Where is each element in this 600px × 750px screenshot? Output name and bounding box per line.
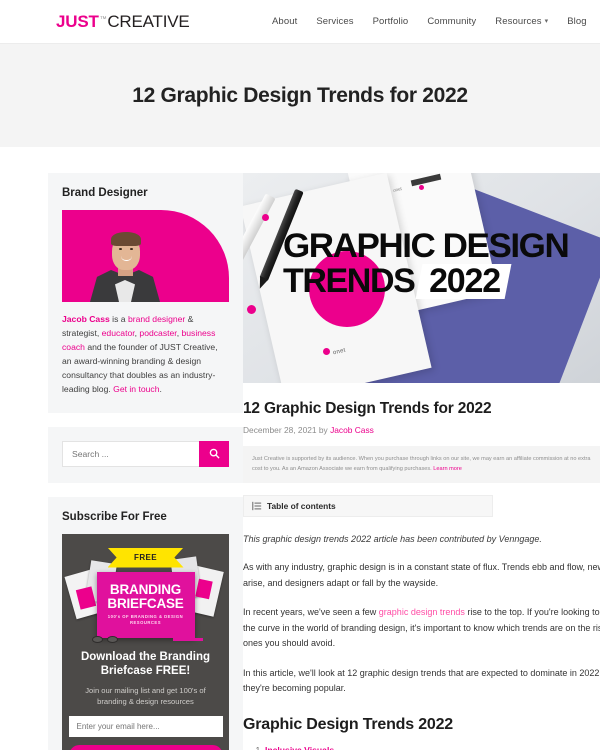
widget-title-brand-designer: Brand Designer <box>62 187 148 199</box>
nav-label: Blog <box>567 16 587 27</box>
article-paragraph-3-line3: ones you should avoid. <box>243 636 600 651</box>
join-newsletter-button[interactable]: JOIN NEWSLETTER <box>68 744 223 750</box>
widget-search <box>48 426 243 483</box>
nav-label: Community <box>427 16 477 27</box>
author-bio: Jacob Cass is a brand designer & strateg… <box>62 313 229 397</box>
logo-text-creative: CREATIVE <box>107 11 190 31</box>
glasses-icon <box>92 635 118 644</box>
newsletter-card: FREE BRANDING BRIEFCASE 100's OF BRANDIN… <box>62 533 229 750</box>
bio-text: is a <box>109 314 128 324</box>
nav-item-services[interactable]: Services <box>316 16 353 27</box>
nav-item-portfolio[interactable]: Portfolio <box>373 16 409 27</box>
widget-title-subscribe: Subscribe For Free <box>62 510 167 523</box>
bio-link-get-in-touch[interactable]: Get in touch <box>113 384 159 394</box>
article-author-link[interactable]: Jacob Cass <box>330 425 374 435</box>
nav-item-resources[interactable]: Resources ▾ <box>495 16 548 27</box>
hero-year-highlight: 2022 <box>415 262 512 301</box>
disclosure-learn-more-link[interactable]: Learn more <box>433 466 462 472</box>
hero-line-1: GRAPHIC DESIGN <box>283 227 570 265</box>
list-item: Inclusive Visuals <box>265 743 600 750</box>
paragraph-line: they're becoming popular. <box>243 683 346 693</box>
bio-link-podcaster[interactable]: podcaster <box>139 328 176 338</box>
article-paragraph-4: In this article, we'll look at 12 graphi… <box>243 666 600 681</box>
meta-by-label: by <box>318 425 328 435</box>
nav-item-community[interactable]: Community <box>427 16 476 27</box>
newsletter-artwork: FREE BRANDING BRIEFCASE 100's OF BRANDIN… <box>62 533 229 646</box>
main-navigation: About Services Portfolio Community Resou… <box>272 16 600 27</box>
free-badge: FREE <box>107 547 184 568</box>
newsletter-heading: Download the Branding Briefcase FREE! <box>80 650 211 678</box>
free-badge-label: FREE <box>134 553 157 563</box>
page-title: 12 Graphic Design Trends for 2022 <box>132 83 468 107</box>
logo-text-just: JUST <box>56 11 99 31</box>
graphic-design-trends-link[interactable]: graphic design trends <box>379 607 465 617</box>
search-row <box>62 440 229 467</box>
briefcase-subtitle: 100's OF BRANDING & DESIGN RESOURCES <box>107 613 184 625</box>
disclosure-text: Just Creative is supported by its audien… <box>252 456 591 473</box>
bio-text: . <box>159 383 162 394</box>
widget-brand-designer: Brand Designer Jacob Cass is a brand des… <box>48 173 243 413</box>
site-header: JUST ™ CREATIVE About Services Portfolio… <box>0 0 600 44</box>
trademark-icon: ™ <box>99 15 107 23</box>
article-paragraph-3: In recent years, we've seen a few graphi… <box>243 605 600 620</box>
page-title-band: 12 Graphic Design Trends for 2022 <box>0 44 600 147</box>
hero-text-block: GRAPHIC DESIGN TRENDS 2022 <box>283 227 600 301</box>
table-of-contents-label: Table of contents <box>267 500 336 511</box>
paragraph-line: In recent years, we've seen a few <box>243 607 379 618</box>
author-photo <box>62 210 229 302</box>
author-name-link[interactable]: Jacob Cass <box>62 314 110 324</box>
article-paragraph-4-line2: they're becoming popular. <box>243 681 600 696</box>
bio-link-educator[interactable]: educator <box>102 328 135 338</box>
table-of-contents-bar[interactable]: Table of contents <box>243 494 493 517</box>
bio-link-brand-designer[interactable]: brand designer <box>128 314 185 324</box>
sidebar: Brand Designer Jacob Cass is a brand des… <box>48 173 243 750</box>
briefcase-cover: BRANDING BRIEFCASE 100's OF BRANDING & D… <box>96 571 195 638</box>
newsletter-email-input[interactable] <box>68 715 223 737</box>
trend-link-1[interactable]: Inclusive Visuals <box>265 745 334 750</box>
article-main: onet onet GRAPHIC DESIGN TRENDS 2022 12 … <box>243 173 600 750</box>
site-logo[interactable]: JUST ™ CREATIVE <box>56 12 190 32</box>
search-input[interactable] <box>62 440 199 467</box>
chevron-down-icon: ▾ <box>544 18 549 25</box>
trend-list: Inclusive Visuals Serif Fonts Make a Com… <box>243 743 600 750</box>
paragraph-line: arise, and designers adapt or fall by th… <box>243 577 439 588</box>
article-meta: December 28, 2021 by Jacob Cass <box>243 425 600 435</box>
search-icon <box>209 448 220 459</box>
nav-item-blog[interactable]: Blog <box>567 16 586 27</box>
paragraph-line: rise to the top. If you're looking to st… <box>467 607 600 618</box>
author-avatar-illustration <box>88 210 162 302</box>
nav-item-about[interactable]: About <box>272 16 297 27</box>
paragraph-line: In this article, we'll look at 12 graphi… <box>243 667 600 678</box>
article-title: 12 Graphic Design Trends for 2022 <box>243 400 492 417</box>
article-paragraph-2: As with any industry, graphic design is … <box>243 560 600 575</box>
article-intro: This graphic design trends 2022 article … <box>243 533 542 544</box>
newsletter-subheading: Join our mailing list and get 100's of b… <box>85 685 206 706</box>
section-heading: Graphic Design Trends 2022 <box>243 716 453 734</box>
article-date: December 28, 2021 <box>243 425 317 435</box>
content-wrapper: Brand Designer Jacob Cass is a brand des… <box>0 147 600 750</box>
list-icon <box>252 501 262 510</box>
briefcase-line2: BRIEFCASE <box>107 595 184 611</box>
affiliate-disclosure: Just Creative is supported by its audien… <box>243 446 600 483</box>
briefcase-line1: BRANDING <box>109 581 182 597</box>
article-paragraph-3-line2: the curve in the world of branding desig… <box>243 621 600 636</box>
paragraph-line: ones you should avoid. <box>243 638 336 649</box>
widget-newsletter: Subscribe For Free FREE BRANDING BRIEFCA… <box>48 496 243 750</box>
nav-label: Portfolio <box>372 16 409 27</box>
nav-label: About <box>272 16 298 27</box>
article-hero-image: onet onet GRAPHIC DESIGN TRENDS 2022 <box>243 173 600 383</box>
nav-label: Services <box>316 16 354 27</box>
article-paragraph-2-cont: arise, and designers adapt or fall by th… <box>243 576 600 591</box>
paragraph-line: the curve in the world of branding desig… <box>243 622 600 633</box>
search-button[interactable] <box>199 440 229 467</box>
hero-year: 2022 <box>429 262 501 301</box>
paragraph-line: As with any industry, graphic design is … <box>243 562 600 573</box>
hero-line-2: TRENDS <box>283 262 416 301</box>
nav-label: Resources <box>495 16 542 27</box>
